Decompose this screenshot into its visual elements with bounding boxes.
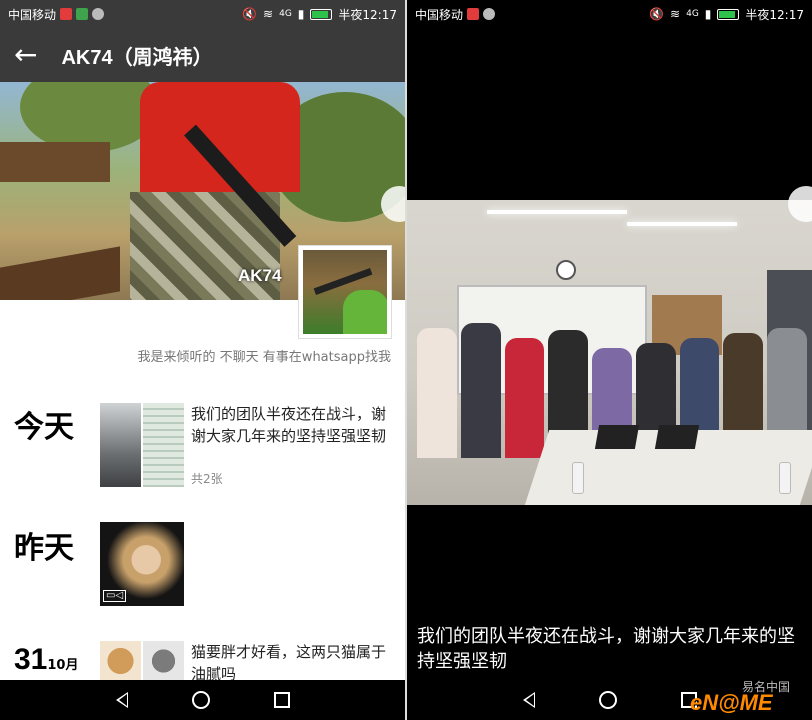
ceiling-light: [627, 222, 737, 226]
carrier-label: 中国移动: [8, 7, 57, 22]
post-text[interactable]: 我们的团队半夜还在战斗，谢谢大家几年来的坚持坚强坚韧: [191, 403, 391, 447]
video-camera-icon: ▭◁: [103, 590, 127, 602]
wall-clock: [556, 260, 576, 280]
moments-profile-screen: 中国移动 🔇 ≋ 4G ▮ 半夜12:17 ← AK74（周鸿祎） AK74 我…: [0, 0, 405, 720]
nav-back-icon[interactable]: [115, 692, 128, 708]
mute-icon: 🔇: [649, 7, 665, 21]
signal-icon: ▮: [297, 7, 305, 21]
nav-home-icon[interactable]: [598, 691, 617, 709]
date-label-today: 今天: [14, 410, 74, 445]
person-shape: [343, 290, 387, 334]
nav-recent-icon[interactable]: [273, 692, 290, 708]
avatar-image: [303, 250, 387, 334]
bench-shape: [0, 246, 120, 300]
time-label: 半夜12:17: [745, 7, 804, 22]
watermark: eN@ME 易名中国: [690, 676, 812, 720]
mute-icon: 🔇: [242, 7, 258, 21]
cat-photo-thumb: [100, 641, 141, 681]
system-nav-bar: [0, 680, 405, 720]
date-label-yesterday: 昨天: [14, 531, 74, 566]
ceiling-light: [487, 210, 627, 214]
photo-viewer-screen: 中国移动 🔇 ≋ 4G ▮ 半夜12:17 我们的团队半夜还在战斗，谢谢大家几年…: [407, 0, 812, 720]
laptop: [654, 425, 700, 449]
signal-icon: ▮: [704, 7, 712, 21]
app-bar: ← AK74（周鸿祎）: [0, 28, 405, 82]
carrier-label: 中国移动: [415, 7, 464, 22]
network-type-label: 4G: [279, 9, 292, 19]
full-photo[interactable]: [407, 200, 812, 505]
back-arrow-icon[interactable]: ←: [14, 41, 37, 69]
date-day: 31: [14, 643, 48, 676]
date-month: 10月: [47, 658, 79, 673]
photo-count: 共2张: [191, 472, 223, 486]
water-bottle: [572, 462, 584, 494]
wifi-icon: ≋: [670, 7, 681, 21]
app-notification-icon: [467, 8, 480, 20]
person-shape: [417, 328, 457, 458]
person-shape: [460, 323, 501, 458]
water-bottle: [779, 462, 791, 494]
photo-caption: 我们的团队半夜还在战斗，谢谢大家几年来的坚持坚强坚韧: [417, 626, 795, 672]
laptop: [594, 425, 640, 449]
bench-shape: [0, 142, 110, 182]
watermark-text: 易名中国: [742, 680, 791, 694]
nav-back-icon[interactable]: [522, 692, 535, 708]
video-post-thumbnail[interactable]: ▭◁: [100, 522, 184, 606]
date-label-oct31: 3110月: [14, 642, 78, 677]
page-title: AK74（周鸿祎）: [61, 46, 213, 69]
battery-icon: [717, 8, 740, 20]
status-right: 🔇 ≋ 4G ▮ 半夜12:17: [242, 6, 397, 23]
person-shape: [504, 338, 545, 458]
app-notification-icon: [92, 8, 105, 20]
photo-thumb: [143, 403, 184, 487]
battery-icon: [310, 8, 333, 20]
photo-thumb: [100, 403, 141, 487]
nav-home-icon[interactable]: [191, 691, 210, 709]
status-bar: 中国移动 🔇 ≋ 4G ▮ 半夜12:17: [407, 0, 812, 28]
time-label: 半夜12:17: [338, 7, 397, 22]
network-type-label: 4G: [686, 9, 699, 19]
app-notification-icon: [60, 8, 73, 20]
post-text[interactable]: 猫要胖才好看，这两只猫属于油腻吗: [191, 641, 391, 685]
profile-signature: 我是来倾听的 不聊天 有事在whatsapp找我: [137, 350, 391, 365]
cat-photo-thumb: [143, 641, 184, 681]
post-thumbnail[interactable]: [100, 403, 184, 487]
avatar[interactable]: [298, 245, 392, 339]
status-bar: 中国移动 🔇 ≋ 4G ▮ 半夜12:17: [0, 0, 405, 28]
app-notification-icon: [76, 8, 89, 20]
cover-name: AK74: [238, 266, 282, 285]
app-notification-icon: [483, 8, 496, 20]
status-right: 🔇 ≋ 4G ▮ 半夜12:17: [649, 6, 804, 23]
wifi-icon: ≋: [263, 7, 274, 21]
